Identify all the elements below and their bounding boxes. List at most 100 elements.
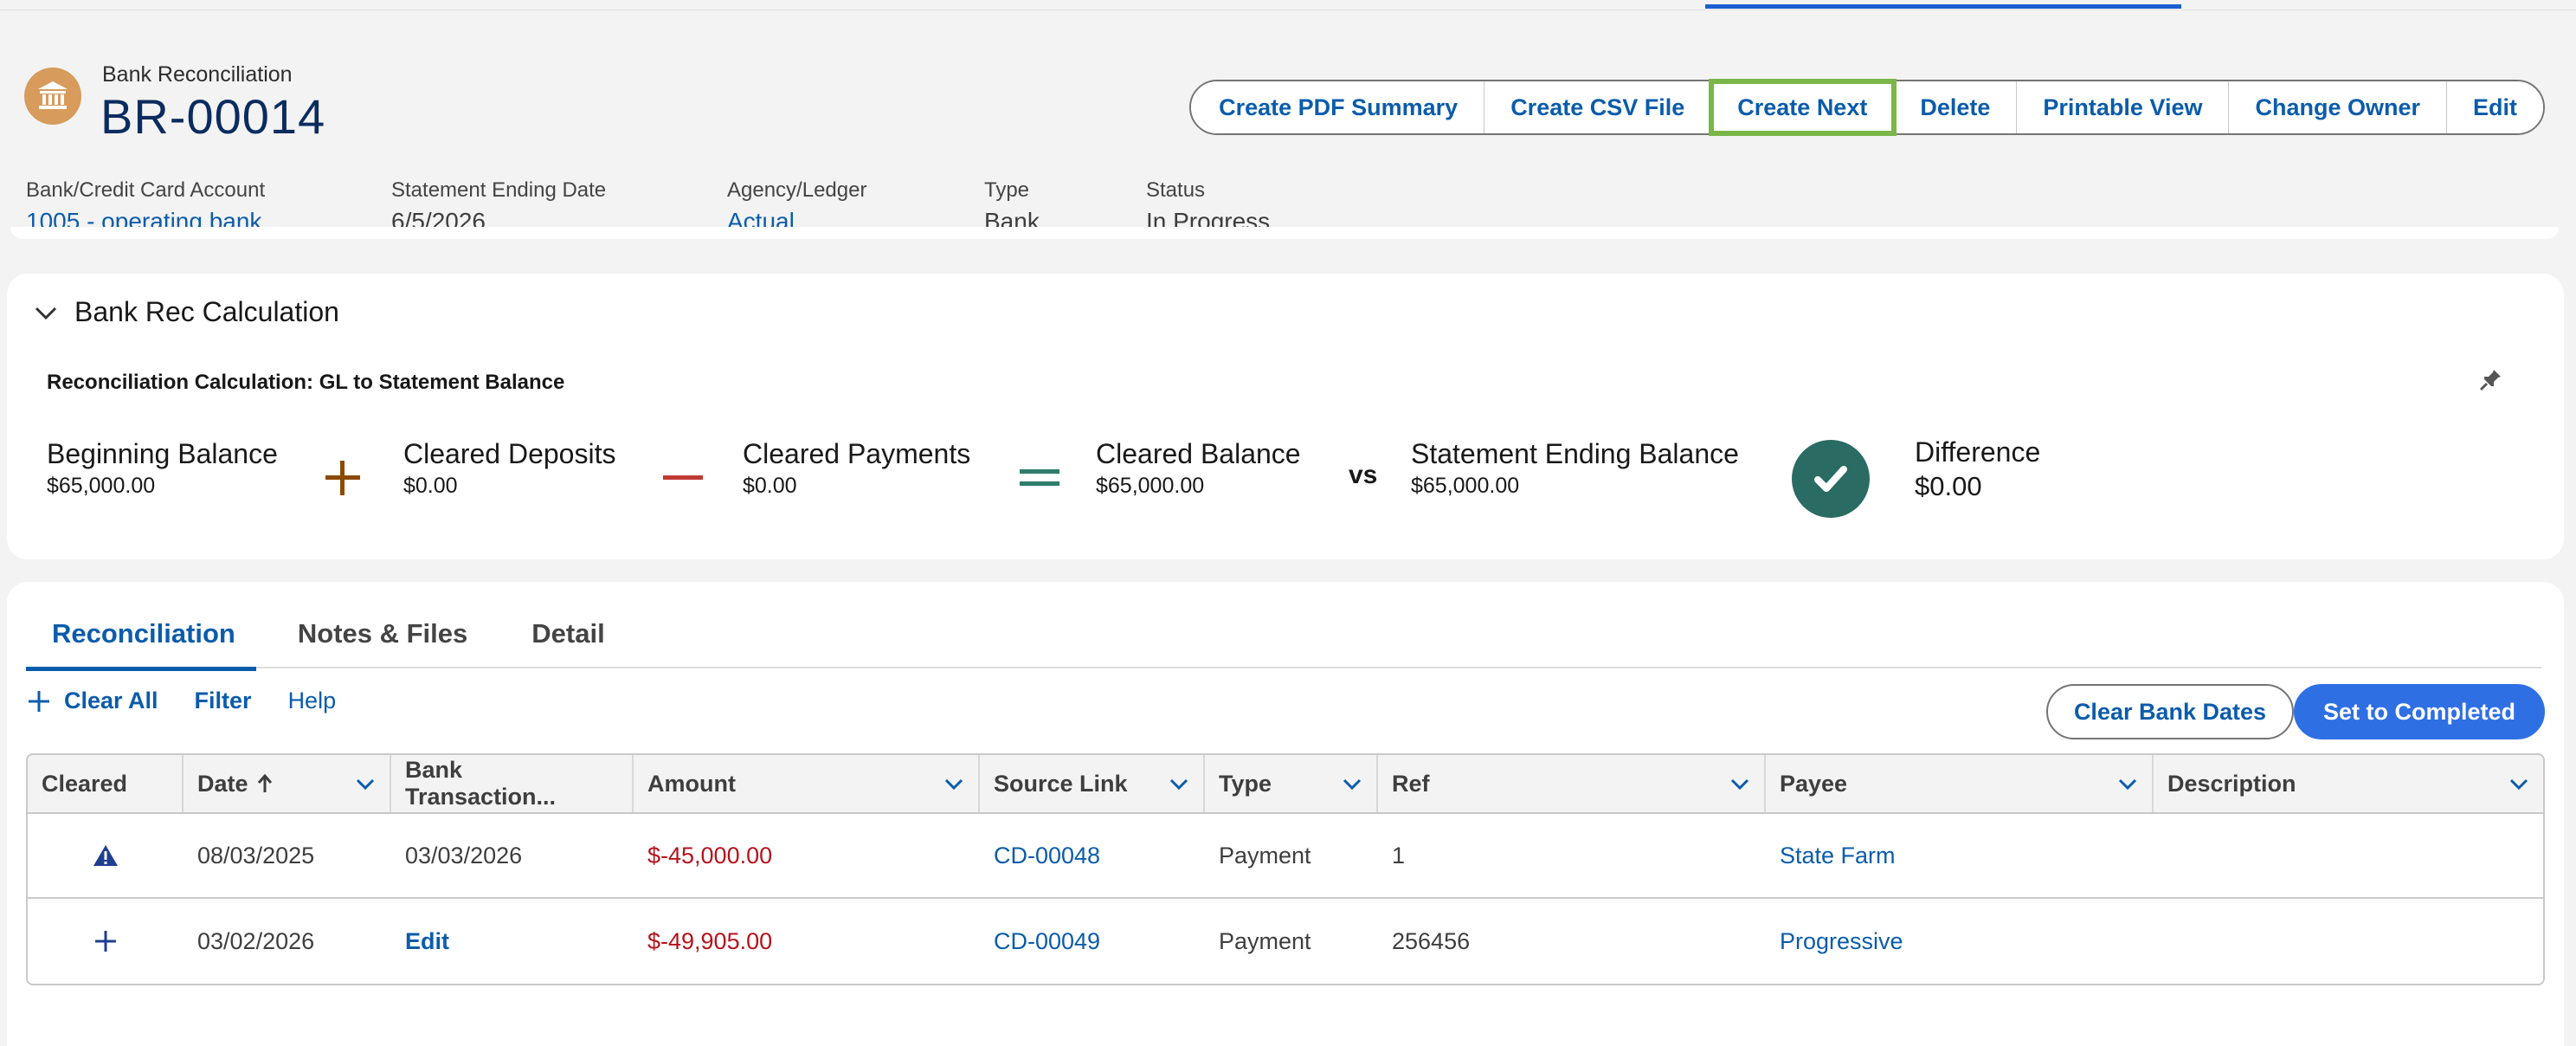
transactions-table: Cleared Date Bank Transaction... Amount … <box>26 753 2545 985</box>
cleared-deposits: Cleared Deposits $0.00 <box>403 438 615 499</box>
table-header: Cleared Date Bank Transaction... Amount … <box>28 755 2543 814</box>
column-header-label: Amount <box>647 770 736 797</box>
section-title: Bank Rec Calculation <box>74 296 339 327</box>
statement-ending-balance: Statement Ending Balance $65,000.00 <box>1411 438 1739 499</box>
bank-transaction-cell[interactable]: 03/03/2026 <box>391 814 634 897</box>
bank-rec-calculation-card: Bank Rec Calculation Reconciliation Calc… <box>7 274 2564 559</box>
cleared-balance: Cleared Balance $65,000.00 <box>1096 438 1301 499</box>
warning-icon[interactable] <box>93 843 119 868</box>
set-to-completed-button[interactable]: Set to Completed <box>2294 684 2545 739</box>
difference-value: $0.00 <box>1915 471 1982 501</box>
tab-reconciliation[interactable]: Reconciliation <box>26 613 256 671</box>
clear-bank-dates-button[interactable]: Clear Bank Dates <box>2046 684 2294 739</box>
reconciliation-card: Reconciliation Notes & Files Detail Clea… <box>7 582 2564 1046</box>
field-label: Agency/Ledger <box>727 178 867 202</box>
cleared-cell[interactable] <box>28 899 184 984</box>
top-nav-strip <box>0 0 2576 10</box>
ref-cell: 256456 <box>1392 927 1471 954</box>
cleared-cell[interactable] <box>28 814 184 897</box>
tab-notes-files[interactable]: Notes & Files <box>256 613 488 668</box>
field-label: Statement Ending Date <box>391 178 607 202</box>
column-header-label: Source Link <box>994 770 1128 797</box>
plus-icon[interactable] <box>94 930 117 952</box>
column-header-type[interactable]: Type <box>1205 755 1378 812</box>
column-header-label: Cleared <box>42 770 128 797</box>
list-toolbar: Clear All Filter Help <box>28 688 372 714</box>
date-cell: 08/03/2025 <box>197 842 315 868</box>
chevron-down-icon[interactable] <box>1169 773 1189 794</box>
create-next-button[interactable]: Create Next <box>1709 79 1897 136</box>
chevron-down-icon[interactable] <box>2508 773 2529 794</box>
active-nav-indicator <box>1705 0 2181 9</box>
column-header-ref[interactable]: Ref <box>1378 755 1766 812</box>
amount-cell: $-45,000.00 <box>647 842 773 868</box>
source-link[interactable]: CD-00048 <box>980 814 1205 897</box>
calc-value: $65,000.00 <box>1411 474 1520 498</box>
header-divider <box>10 227 2559 239</box>
create-csv-file-button[interactable]: Create CSV File <box>1484 81 1712 133</box>
calc-value: $0.00 <box>403 474 458 498</box>
tab-bar: Reconciliation Notes & Files Detail <box>26 613 2541 671</box>
header-action-buttons: Create PDF Summary Create CSV File Creat… <box>1189 79 2545 136</box>
filter-button[interactable]: Filter <box>195 688 252 714</box>
tab-detail[interactable]: Detail <box>488 613 625 668</box>
delete-button[interactable]: Delete <box>1894 81 2018 133</box>
ref-cell: 1 <box>1392 842 1406 868</box>
column-header-payee[interactable]: Payee <box>1766 755 2154 812</box>
column-header-label: Description <box>2167 770 2296 797</box>
calc-subtitle: Reconciliation Calculation: GL to Statem… <box>47 371 565 394</box>
field-label: Bank/Credit Card Account <box>26 178 266 202</box>
source-link[interactable]: CD-00049 <box>980 899 1205 984</box>
chevron-down-icon[interactable] <box>943 773 964 794</box>
clear-all-button[interactable]: Clear All <box>28 688 158 714</box>
record-header: Bank Reconciliation BR-00014 Create PDF … <box>0 12 2576 236</box>
chevron-down-icon <box>35 307 57 320</box>
minus-operator-icon <box>661 459 705 497</box>
clear-all-label: Clear All <box>64 688 158 713</box>
bank-icon <box>24 68 81 125</box>
column-header-label: Type <box>1219 770 1272 797</box>
column-header-date[interactable]: Date <box>184 755 391 812</box>
change-owner-button[interactable]: Change Owner <box>2229 81 2447 133</box>
pin-icon[interactable] <box>2477 367 2503 397</box>
record-type-label: Bank Reconciliation <box>102 62 293 87</box>
calc-label: Statement Ending Balance <box>1411 438 1739 469</box>
create-pdf-summary-button[interactable]: Create PDF Summary <box>1191 81 1485 133</box>
bank-transaction-edit-link[interactable]: Edit <box>391 899 634 984</box>
description-cell <box>2154 899 2543 984</box>
section-toggle[interactable]: Bank Rec Calculation <box>33 296 339 328</box>
difference-label: Difference <box>1915 436 2041 468</box>
column-header-label: Bank Transaction... <box>405 757 557 810</box>
calc-label: Cleared Payments <box>743 438 971 469</box>
edit-button[interactable]: Edit <box>2447 81 2543 133</box>
versus-label: vs <box>1349 461 1378 489</box>
chevron-down-icon[interactable] <box>355 773 376 794</box>
sort-ascending-icon <box>257 773 272 792</box>
chevron-down-icon[interactable] <box>2117 773 2138 794</box>
chevron-down-icon[interactable] <box>1342 773 1362 794</box>
column-header-bank-transaction[interactable]: Bank Transaction... <box>391 755 634 812</box>
printable-view-button[interactable]: Printable View <box>2017 81 2230 133</box>
column-header-amount[interactable]: Amount <box>634 755 980 812</box>
record-title: BR-00014 <box>100 89 326 144</box>
help-link[interactable]: Help <box>288 688 337 714</box>
calc-value: $0.00 <box>743 474 797 498</box>
calc-label: Beginning Balance <box>47 438 278 469</box>
chevron-down-icon[interactable] <box>1729 773 1750 794</box>
calc-value: $65,000.00 <box>1096 474 1205 498</box>
check-circle-icon <box>1792 440 1870 518</box>
calc-label: Cleared Balance <box>1096 438 1301 469</box>
table-row[interactable]: 08/03/2025 03/03/2026 $-45,000.00 CD-000… <box>28 814 2543 899</box>
table-row[interactable]: 03/02/2026 Edit $-49,905.00 CD-00049 Pay… <box>28 899 2543 984</box>
payee-link[interactable]: Progressive <box>1766 899 2154 984</box>
field-label: Type <box>984 178 1030 202</box>
calc-value: $65,000.00 <box>47 474 156 498</box>
plus-operator-icon <box>324 459 362 497</box>
column-header-source-link[interactable]: Source Link <box>980 755 1205 812</box>
type-cell: Payment <box>1219 842 1311 868</box>
payee-link[interactable]: State Farm <box>1766 814 2154 897</box>
plus-icon <box>29 690 49 712</box>
column-header-description[interactable]: Description <box>2154 755 2543 812</box>
description-cell <box>2154 814 2543 897</box>
column-header-cleared[interactable]: Cleared <box>28 755 184 812</box>
